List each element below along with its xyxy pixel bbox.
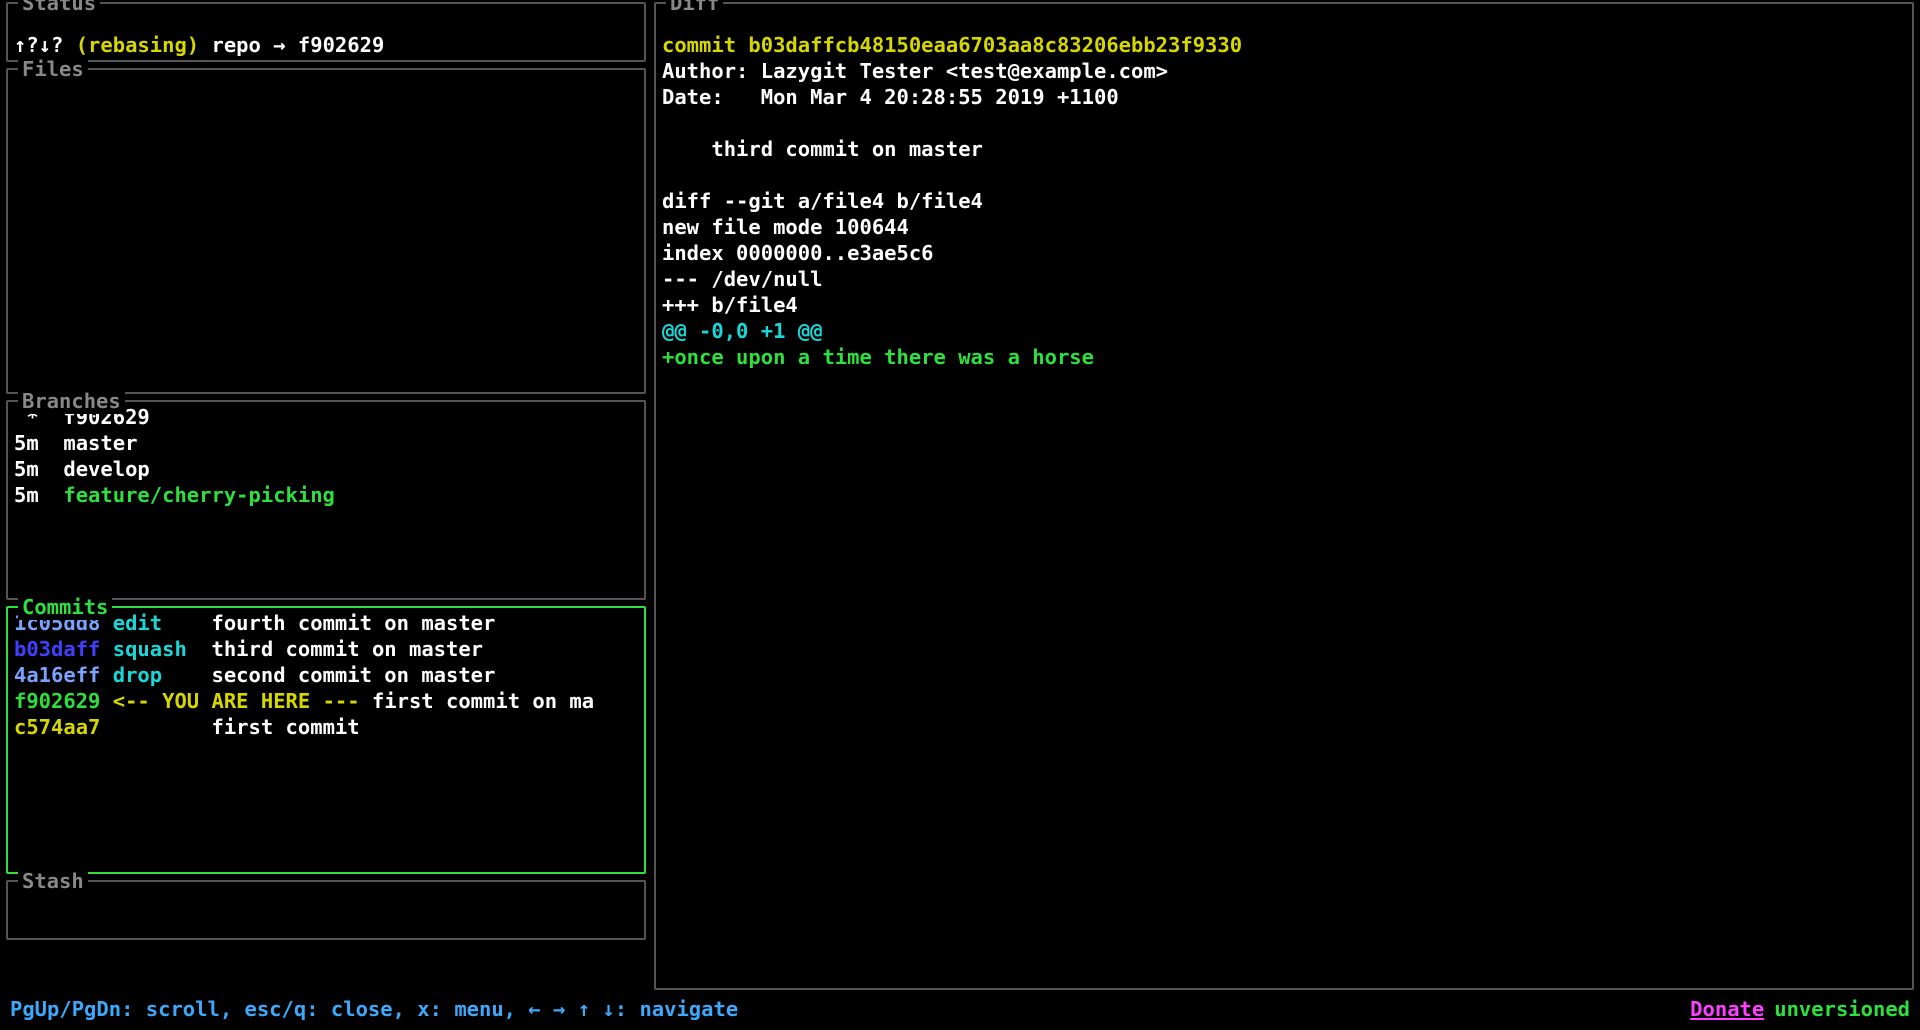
branches-title: Branches — [18, 388, 125, 414]
commit-row[interactable]: b03daff squash third commit on master — [14, 636, 638, 662]
stash-title: Stash — [18, 868, 88, 894]
files-title: Files — [18, 56, 88, 82]
commit-row[interactable]: c574aa7 first commit — [14, 714, 638, 740]
stash-panel[interactable]: Stash — [6, 880, 646, 940]
footer-bar: PgUp/PgDn: scroll, esc/q: close, x: menu… — [0, 990, 1920, 1030]
help-text: PgUp/PgDn: scroll, esc/q: close, x: menu… — [10, 996, 738, 1022]
commit-row[interactable]: 4a16eff drop second commit on master — [14, 662, 638, 688]
branch-row[interactable]: 5m master — [14, 430, 638, 456]
status-title: Status — [18, 0, 100, 16]
branch-row[interactable]: 5m feature/cherry-picking — [14, 482, 638, 508]
version-label: unversioned — [1774, 996, 1910, 1022]
files-panel[interactable]: Files — [6, 68, 646, 394]
donate-link[interactable]: Donate — [1690, 996, 1764, 1022]
diff-panel[interactable]: Diff commit b03daffcb48150eaa6703aa8c832… — [654, 2, 1914, 990]
commits-panel[interactable]: Commits 1c05dd8 edit fourth commit on ma… — [6, 606, 646, 874]
diff-title: Diff — [666, 0, 723, 16]
branch-row[interactable]: 5m develop — [14, 456, 638, 482]
branches-panel[interactable]: Branches * f9026295m master5m develop5m … — [6, 400, 646, 600]
commit-row[interactable]: f902629 <-- YOU ARE HERE --- first commi… — [14, 688, 638, 714]
commits-title: Commits — [18, 594, 112, 620]
status-panel[interactable]: Status ↑?↓? (rebasing) repo → f902629 — [6, 2, 646, 62]
diff-content: commit b03daffcb48150eaa6703aa8c83206ebb… — [662, 6, 1906, 396]
